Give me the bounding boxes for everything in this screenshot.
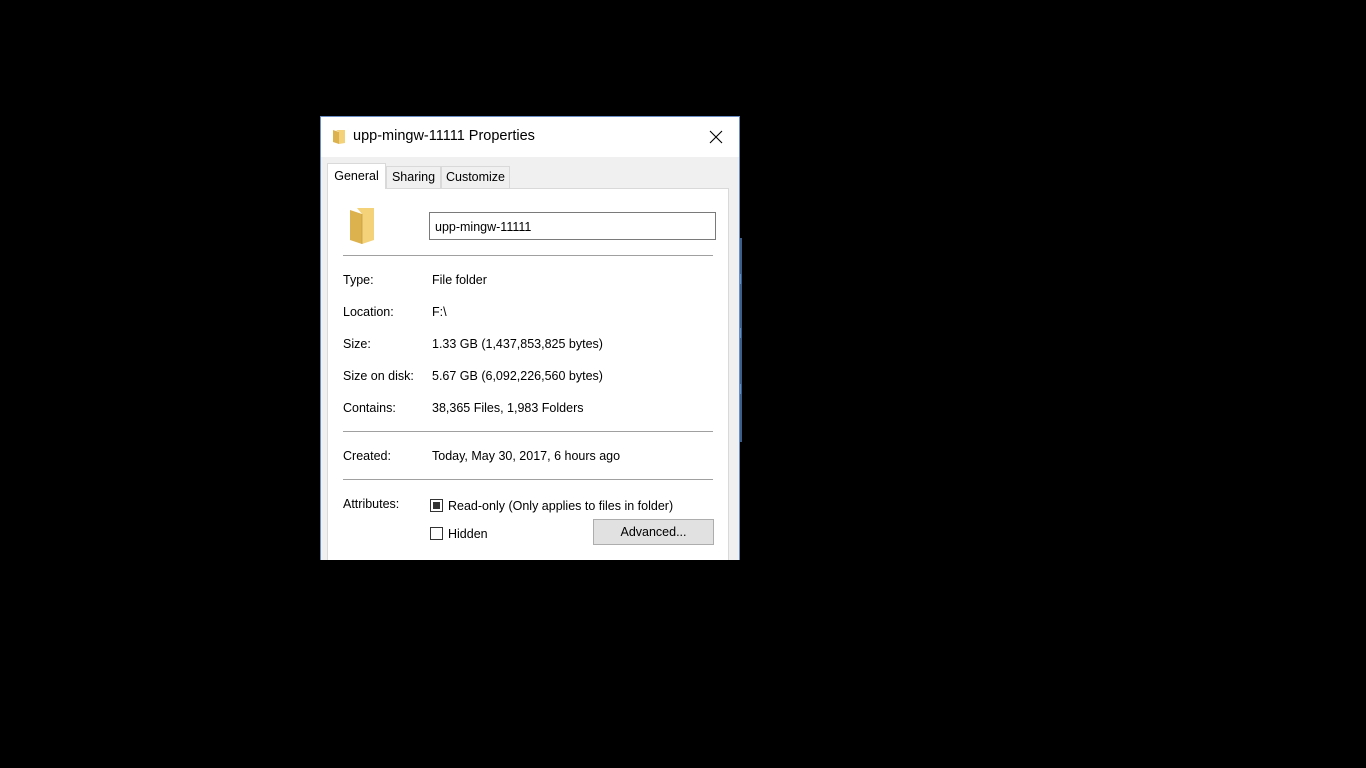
created-value: Today, May 30, 2017, 6 hours ago bbox=[432, 449, 621, 463]
close-button[interactable] bbox=[693, 117, 739, 157]
size-label: Size: bbox=[343, 337, 371, 351]
tab-customize[interactable]: Customize bbox=[441, 166, 510, 188]
hidden-checkbox[interactable] bbox=[430, 527, 443, 540]
size-on-disk-label: Size on disk: bbox=[343, 369, 414, 383]
location-value: F:\ bbox=[432, 305, 447, 319]
size-on-disk-value: 5.67 GB (6,092,226,560 bytes) bbox=[432, 369, 603, 383]
contains-label: Contains: bbox=[343, 401, 396, 415]
window-title: upp-mingw-11111 Properties bbox=[353, 128, 535, 144]
attributes-label: Attributes: bbox=[343, 497, 400, 511]
hidden-label[interactable]: Hidden bbox=[448, 527, 488, 541]
advanced-button[interactable]: Advanced... bbox=[593, 519, 714, 545]
readonly-label[interactable]: Read-only (Only applies to files in fold… bbox=[448, 499, 673, 513]
divider bbox=[343, 255, 713, 256]
folder-icon bbox=[350, 208, 374, 244]
type-value: File folder bbox=[432, 273, 487, 287]
readonly-checkbox[interactable] bbox=[430, 499, 443, 512]
divider bbox=[343, 431, 713, 432]
folder-name-input[interactable] bbox=[429, 212, 716, 240]
tab-sharing[interactable]: Sharing bbox=[386, 166, 441, 188]
indeterminate-mark bbox=[433, 502, 440, 509]
close-icon bbox=[709, 130, 723, 144]
properties-dialog: upp-mingw-11111 Properties General Shari… bbox=[320, 116, 740, 560]
folder-icon bbox=[333, 130, 345, 144]
tab-general[interactable]: General bbox=[327, 163, 386, 189]
type-label: Type: bbox=[343, 273, 374, 287]
created-label: Created: bbox=[343, 449, 391, 463]
location-label: Location: bbox=[343, 305, 394, 319]
general-tab-panel: Type: File folder Location: F:\ Size: 1.… bbox=[327, 188, 729, 560]
contains-value: 38,365 Files, 1,983 Folders bbox=[432, 401, 584, 415]
size-value: 1.33 GB (1,437,853,825 bytes) bbox=[432, 337, 603, 351]
title-bar[interactable]: upp-mingw-11111 Properties bbox=[321, 117, 739, 157]
divider bbox=[343, 479, 713, 480]
